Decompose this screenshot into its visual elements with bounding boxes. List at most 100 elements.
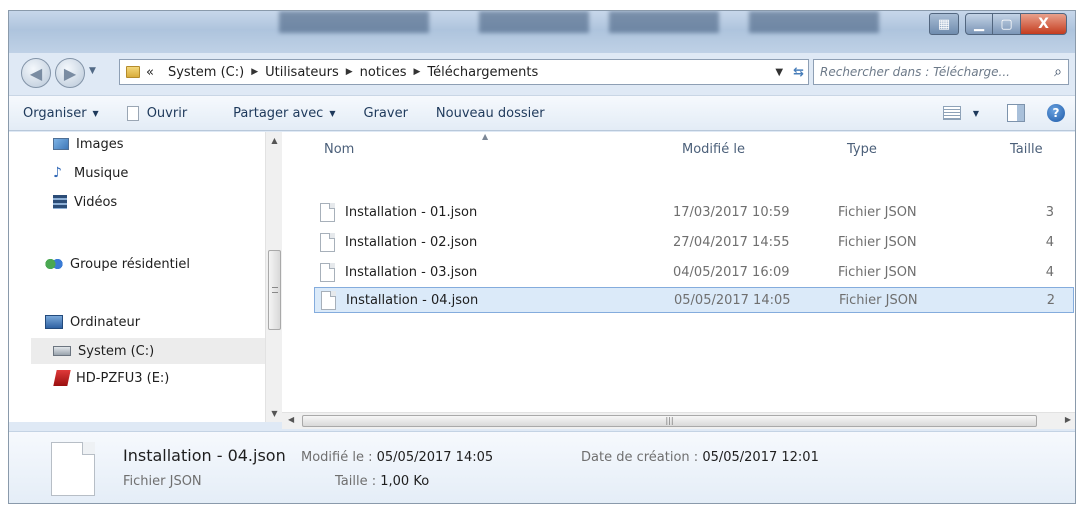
search-icon[interactable]: ⌕ (1054, 64, 1062, 80)
search-box[interactable]: ⌕ (813, 59, 1069, 85)
computer-icon (45, 315, 63, 329)
help-icon[interactable]: ? (1047, 104, 1065, 122)
details-pane: Installation - 04.json Fichier JSON Modi… (9, 431, 1075, 503)
file-name: Installation - 04.json (346, 292, 479, 308)
chevron-down-icon[interactable]: ▼ (973, 109, 979, 118)
nav-item-homegroup[interactable]: Groupe résidentiel (45, 254, 190, 274)
file-size: 4 (1045, 234, 1054, 250)
back-arrow-icon: ◀ (29, 63, 43, 83)
json-file-icon (320, 202, 335, 222)
details-modified: Modifié le : 05/05/2017 14:05 (301, 450, 493, 465)
title-bar[interactable]: ▦ ▁ ▢ X (9, 11, 1075, 53)
column-header-type[interactable]: Type (847, 142, 877, 157)
details-modified-value: 05/05/2017 14:05 (376, 450, 494, 465)
json-file-icon (320, 262, 335, 282)
recent-pages-dropdown[interactable]: ▼ (89, 66, 96, 76)
nav-item-label: Vidéos (74, 194, 118, 210)
file-row-selected[interactable]: Installation - 04.json 05/05/2017 14:05 … (314, 287, 1074, 313)
file-row[interactable]: Installation - 03.json 04/05/2017 16:09 … (314, 259, 1074, 285)
address-overflow[interactable]: « (146, 65, 154, 80)
videos-icon (53, 195, 67, 209)
navigation-pane: Images ♪ Musique Vidéos Groupe résidenti… (9, 132, 265, 422)
navigation-scrollbar[interactable]: ▲ ▼ (265, 132, 282, 422)
scroll-up-arrow-icon[interactable]: ▲ (266, 136, 283, 145)
details-file-type: Fichier JSON (123, 474, 202, 489)
details-created-label: Date de création : (581, 450, 699, 465)
file-row[interactable]: Installation - 02.json 27/04/2017 14:55 … (314, 229, 1074, 255)
burn-button[interactable]: Graver (350, 96, 422, 130)
nav-item-videos[interactable]: Vidéos (53, 192, 117, 212)
new-folder-button[interactable]: Nouveau dossier (422, 96, 559, 130)
sort-ascending-icon: ▲ (482, 132, 489, 141)
address-bar[interactable]: « System (C:) ▶ Utilisateurs ▶ notices ▶… (119, 59, 809, 85)
file-name: Installation - 01.json (345, 204, 478, 220)
usb-drive-icon (53, 370, 71, 386)
breadcrumb-system[interactable]: System (C:) (168, 65, 244, 80)
column-header-name[interactable]: Nom (324, 142, 354, 157)
file-size: 4 (1045, 264, 1054, 280)
new-folder-label: Nouveau dossier (435, 105, 545, 121)
file-type: Fichier JSON (838, 234, 917, 250)
nav-item-computer[interactable]: Ordinateur (45, 312, 140, 332)
blurred-title-region (749, 11, 879, 33)
maximize-button[interactable]: ▢ (993, 13, 1021, 35)
scrollbar-thumb[interactable] (268, 250, 281, 330)
chevron-right-icon[interactable]: ▶ (251, 67, 258, 77)
share-label: Partager avec (233, 105, 324, 121)
breadcrumb-notices[interactable]: notices (360, 65, 407, 80)
scrollbar-thumb[interactable]: ||| (302, 415, 1037, 427)
preview-pane-icon[interactable] (1007, 104, 1025, 122)
file-list-scrollbar[interactable]: ◀ ||| ▶ (282, 412, 1075, 429)
refresh-icon[interactable]: ⇆ (793, 65, 804, 80)
nav-item-system-c[interactable]: System (C:) (31, 338, 265, 364)
details-file-name: Installation - 04.json (123, 446, 286, 465)
chevron-down-icon: ▼ (329, 108, 336, 118)
open-button[interactable]: Ouvrir (113, 96, 201, 130)
share-button[interactable]: Partager avec ▼ (219, 96, 349, 130)
scroll-left-arrow-icon[interactable]: ◀ (288, 415, 294, 424)
explorer-window: ▦ ▁ ▢ X ◀ ▶ ▼ « System (C:) ▶ Utilisateu… (8, 10, 1076, 504)
back-button[interactable]: ◀ (21, 58, 51, 88)
file-name: Installation - 02.json (345, 234, 478, 250)
file-size: 3 (1045, 204, 1054, 220)
grip-icon (272, 287, 278, 293)
column-header-size[interactable]: Taille (1010, 142, 1043, 157)
details-modified-label: Modifié le : (301, 450, 373, 465)
scroll-down-arrow-icon[interactable]: ▼ (266, 409, 283, 418)
file-name: Installation - 03.json (345, 264, 478, 280)
breadcrumb-telechargements[interactable]: Téléchargements (427, 65, 538, 80)
snap-button[interactable]: ▦ (929, 13, 959, 35)
nav-item-hd-pzfu3[interactable]: HD-PZFU3 (E:) (53, 368, 169, 388)
chevron-right-icon[interactable]: ▶ (346, 67, 353, 77)
close-button[interactable]: X (1021, 13, 1067, 35)
forward-button[interactable]: ▶ (55, 58, 85, 88)
organize-button[interactable]: Organiser ▼ (9, 96, 113, 130)
document-icon (126, 105, 139, 121)
column-header-modified[interactable]: Modifié le (682, 142, 745, 157)
open-label: Ouvrir (146, 105, 188, 121)
minimize-icon: ▁ (974, 16, 984, 32)
scroll-right-arrow-icon[interactable]: ▶ (1065, 415, 1071, 424)
burn-label: Graver (363, 105, 408, 121)
nav-item-label: System (C:) (78, 343, 155, 359)
file-modified: 17/03/2017 10:59 (673, 204, 790, 220)
nav-item-music[interactable]: ♪ Musique (53, 163, 128, 183)
minimize-button[interactable]: ▁ (965, 13, 993, 35)
search-input[interactable] (820, 65, 1055, 79)
blurred-title-region (609, 11, 719, 33)
details-size-label: Taille : (335, 474, 377, 489)
nav-item-label: Groupe résidentiel (70, 256, 190, 272)
music-icon: ♪ (53, 165, 62, 181)
address-dropdown-icon[interactable]: ▼ (775, 67, 783, 78)
nav-item-label: Images (76, 136, 124, 152)
snap-icon: ▦ (937, 16, 951, 32)
file-preview-icon (51, 442, 95, 496)
breadcrumb-utilisateurs[interactable]: Utilisateurs (265, 65, 339, 80)
images-icon (53, 138, 69, 150)
chevron-right-icon[interactable]: ▶ (414, 67, 421, 77)
nav-item-images[interactable]: Images (53, 134, 124, 154)
view-options-icon[interactable] (942, 106, 961, 120)
grip-icon: ||| (665, 416, 674, 425)
file-row[interactable]: Installation - 01.json 17/03/2017 10:59 … (314, 199, 1074, 225)
blurred-title-region (479, 11, 589, 33)
